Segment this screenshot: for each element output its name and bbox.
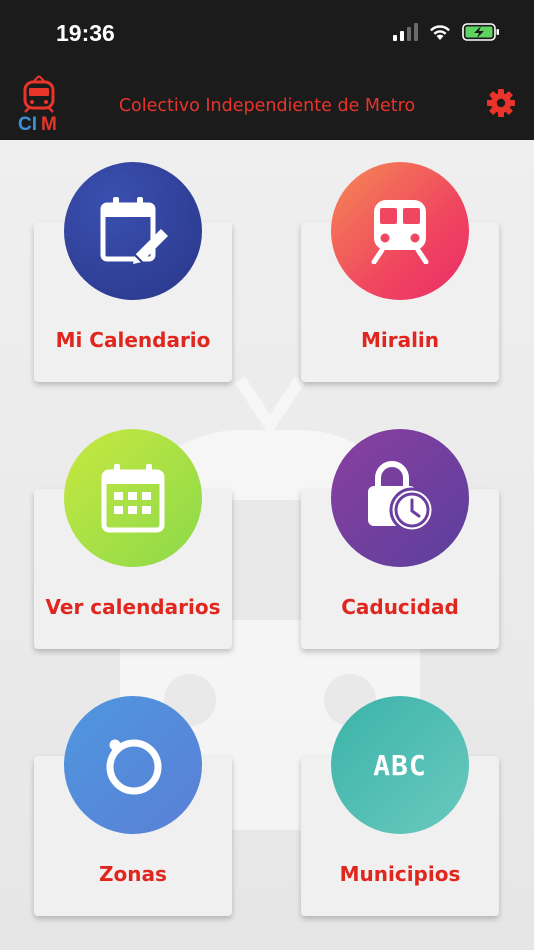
tile-label: Municipios: [339, 862, 461, 886]
tile-label: Miralin: [360, 328, 440, 352]
battery-charging-icon: [462, 23, 499, 41]
tile-ver-calendarios[interactable]: Ver calendarios: [34, 429, 264, 699]
calendar-grid-icon: [101, 464, 165, 533]
settings-button[interactable]: [486, 88, 516, 118]
tile-icon-circle: [64, 696, 202, 834]
tile-icon-circle: [64, 162, 202, 300]
calendar-edit-icon: [100, 197, 168, 264]
status-icons: [393, 22, 500, 42]
tile-label: Mi Calendario: [55, 328, 211, 352]
lock-clock-icon: [368, 461, 435, 533]
train-icon: [371, 200, 429, 264]
tile-caducidad[interactable]: Caducidad: [301, 429, 531, 699]
tile-mi-calendario[interactable]: Mi Calendario: [34, 162, 264, 432]
cellular-signal-icon: [393, 23, 418, 41]
tile-label: Caducidad: [341, 595, 459, 619]
abc-icon: ABC: [373, 748, 427, 782]
wifi-icon: [430, 25, 450, 40]
tile-icon-circle: [64, 429, 202, 567]
status-time: 19:36: [56, 20, 115, 46]
svg-text:CI: CI: [18, 114, 37, 132]
tile-label: Zonas: [99, 862, 167, 886]
tile-icon-circle: [331, 162, 469, 300]
svg-text:M: M: [41, 114, 57, 132]
app-header: 19:36 CI M Colectivo Independiente de Me…: [0, 0, 534, 140]
main-content: Mi Calendario Miralin Ver calendarios Ca…: [0, 140, 534, 950]
app-title: Colectivo Independiente de Metro: [118, 96, 416, 116]
tile-label: Ver calendarios: [45, 595, 221, 619]
ring-icon: [106, 739, 162, 795]
tile-miralin[interactable]: Miralin: [301, 162, 531, 432]
gear-icon: [487, 89, 515, 117]
tile-icon-circle: ABC: [331, 696, 469, 834]
tile-municipios[interactable]: ABC Municipios: [301, 696, 531, 950]
tile-zonas[interactable]: Zonas: [34, 696, 264, 950]
tile-icon-circle: [331, 429, 469, 567]
